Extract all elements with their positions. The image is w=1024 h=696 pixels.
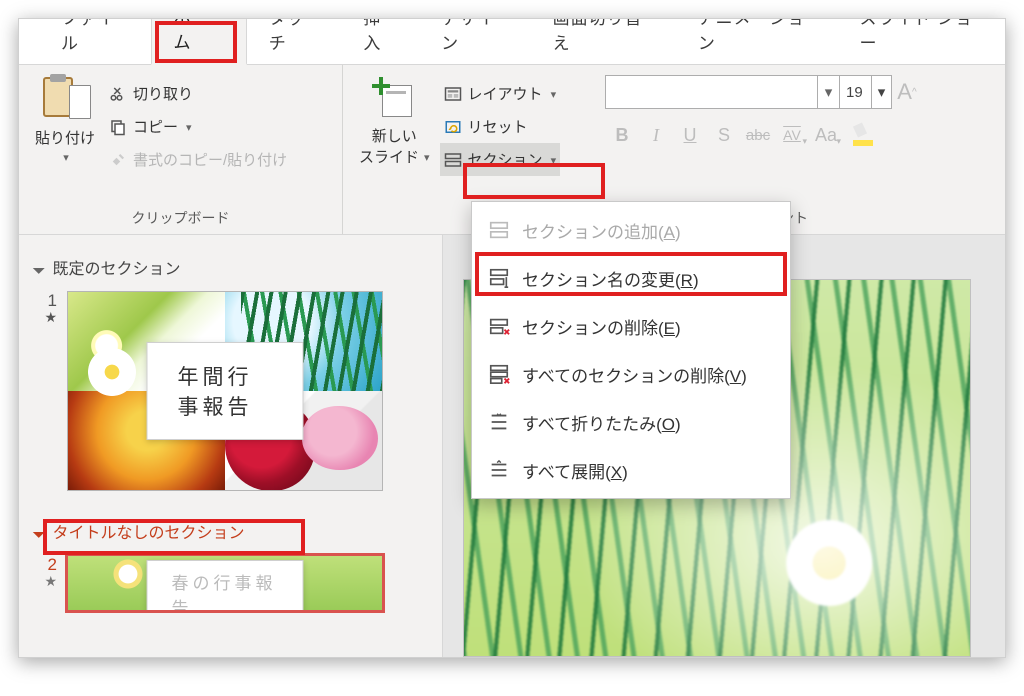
font-name-combo[interactable]: ▾	[605, 75, 840, 109]
scissors-icon	[109, 85, 127, 103]
tab-design[interactable]: デザイン	[419, 18, 531, 64]
chevron-down-icon	[61, 148, 69, 165]
cut-button[interactable]: 切り取り	[105, 77, 291, 110]
brush-icon	[109, 151, 127, 169]
chevron-down-icon	[549, 85, 557, 102]
font-size-value: 19	[846, 84, 863, 101]
menu-rename-section[interactable]: セクション名の変更(R)	[472, 254, 790, 302]
cut-label: 切り取り	[133, 83, 193, 104]
thumbnail-row: 2 ★ 春の行事報告	[33, 549, 428, 611]
italic-button[interactable]: I	[639, 119, 673, 151]
new-slide-label-2: スライド	[359, 146, 419, 167]
tab-slideshow[interactable]: スライド ショー	[837, 18, 1005, 64]
chevron-down-icon[interactable]: ▾	[871, 76, 891, 108]
format-painter-label: 書式のコピー/貼り付け	[133, 149, 287, 170]
add-section-icon	[488, 219, 510, 241]
collapse-triangle-icon	[37, 258, 46, 276]
slide-title-box: 年間行事報告	[147, 342, 304, 440]
slide-number: 2 ★	[37, 555, 57, 611]
section-button[interactable]: セクション	[440, 143, 561, 176]
font-size-combo[interactable]: 19 ▾	[840, 75, 892, 109]
rename-section-icon	[488, 267, 510, 289]
tab-insert[interactable]: 挿入	[341, 18, 419, 64]
section-label: セクション	[468, 149, 543, 170]
highlight-button[interactable]	[843, 119, 887, 151]
section-header-default[interactable]: 既定のセクション	[33, 249, 428, 285]
tab-home[interactable]: ホーム	[151, 18, 247, 65]
section-label: 既定のセクション	[52, 255, 180, 279]
section-label: タイトルなしのセクション	[52, 519, 244, 543]
bold-button[interactable]: B	[605, 119, 639, 151]
thumbnail-row: 1 ★ 年間行事報告	[33, 285, 428, 513]
menu-collapse-all[interactable]: すべて折りたたみ(O)	[472, 398, 790, 446]
chevron-down-icon	[549, 151, 557, 168]
reset-button[interactable]: リセット	[440, 110, 561, 143]
reset-icon	[444, 118, 462, 136]
tab-animations[interactable]: アニメーション	[676, 18, 838, 64]
layout-icon	[444, 85, 462, 103]
remove-all-sections-icon	[488, 363, 510, 385]
chevron-down-icon	[184, 118, 192, 135]
strikethrough-button[interactable]: abc	[741, 119, 775, 151]
paste-label: 貼り付け	[35, 127, 95, 148]
tab-touch[interactable]: タッチ	[247, 18, 342, 64]
slide-thumbnail-2[interactable]: 春の行事報告	[67, 555, 383, 611]
star-icon: ★	[37, 309, 57, 326]
copy-button[interactable]: コピー	[105, 110, 291, 143]
shadow-button[interactable]: S	[707, 119, 741, 151]
menu-remove-section[interactable]: セクションの削除(E)	[472, 302, 790, 350]
highlight-icon	[853, 124, 877, 146]
collapse-all-icon	[488, 411, 510, 433]
change-case-button[interactable]: Aa	[809, 119, 843, 151]
new-slide-button[interactable]: 新しい スライド	[353, 71, 436, 176]
slide-thumbnail-pane[interactable]: 既定のセクション 1 ★ 年間行事報告 タイトルなしのセクション	[19, 235, 443, 657]
slide-title-box: 春の行事報告	[147, 560, 304, 611]
menu-add-section[interactable]: セクションの追加(A)	[472, 206, 790, 254]
paste-icon	[43, 77, 87, 121]
paste-button[interactable]: 貼り付け	[29, 71, 101, 176]
chevron-down-icon	[422, 148, 430, 165]
ribbon-tabs: ファイル ホーム タッチ 挿入 デザイン 画面切り替え アニメーション スライド…	[19, 19, 1005, 65]
copy-icon	[109, 118, 127, 136]
menu-expand-all[interactable]: すべて展開(X)	[472, 446, 790, 494]
new-slide-label-1: 新しい	[372, 125, 417, 146]
clipboard-group-label: クリップボード	[29, 204, 332, 232]
section-icon	[444, 151, 462, 169]
slide-thumbnail-1[interactable]: 年間行事報告	[67, 291, 383, 491]
remove-section-icon	[488, 315, 510, 337]
slide-number: 1 ★	[37, 291, 57, 491]
collapse-triangle-icon	[37, 522, 46, 540]
underline-button[interactable]: U	[673, 119, 707, 151]
layout-button[interactable]: レイアウト	[440, 77, 561, 110]
section-dropdown-menu: セクションの追加(A) セクション名の変更(R) セクションの削除(E) すべて…	[471, 201, 791, 499]
reset-label: リセット	[468, 116, 528, 137]
format-painter-button[interactable]: 書式のコピー/貼り付け	[105, 143, 291, 176]
layout-label: レイアウト	[468, 83, 543, 104]
expand-all-icon	[488, 459, 510, 481]
character-spacing-button[interactable]: AV	[775, 119, 809, 151]
group-clipboard: 貼り付け 切り取り	[19, 65, 343, 234]
copy-label: コピー	[133, 116, 178, 137]
star-icon: ★	[37, 573, 57, 590]
new-slide-icon	[372, 77, 416, 121]
section-header-untitled[interactable]: タイトルなしのセクション	[33, 513, 428, 549]
grow-font-button[interactable]: A^	[892, 75, 922, 109]
tab-file[interactable]: ファイル	[39, 18, 151, 64]
chevron-down-icon[interactable]: ▾	[817, 76, 839, 108]
menu-remove-all-sections[interactable]: すべてのセクションの削除(V)	[472, 350, 790, 398]
tab-transitions[interactable]: 画面切り替え	[531, 18, 676, 64]
